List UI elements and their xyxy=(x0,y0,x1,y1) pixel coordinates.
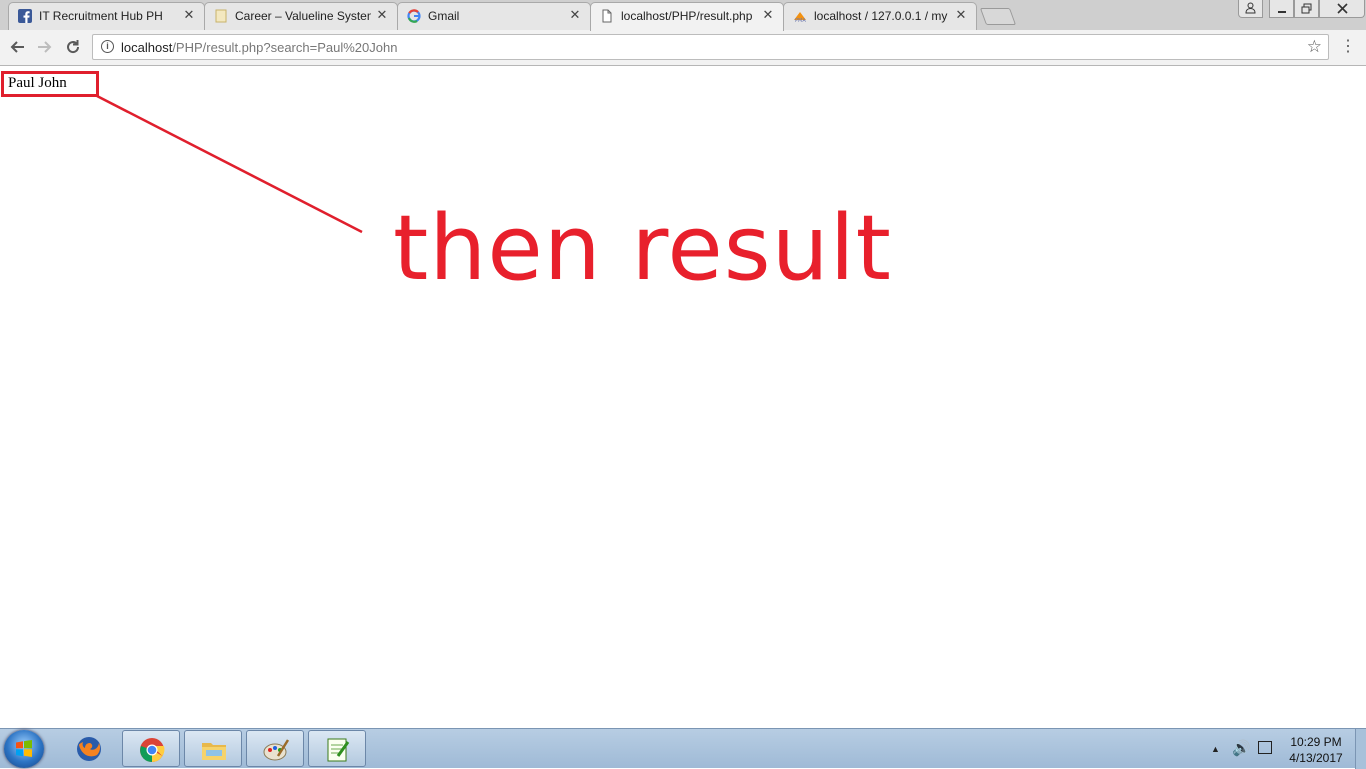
taskbar-clock[interactable]: 10:29 PM 4/13/2017 xyxy=(1284,734,1348,766)
close-window-button[interactable] xyxy=(1319,0,1365,18)
page-content: Paul John then result xyxy=(0,66,1366,728)
close-tab-icon[interactable]: ✕ xyxy=(954,8,968,22)
show-desktop-button[interactable] xyxy=(1355,729,1366,769)
annotation-text: then result xyxy=(393,196,892,301)
facebook-icon xyxy=(18,9,32,23)
url-host: localhost xyxy=(121,40,173,55)
taskbar-notepad-plus-plus[interactable] xyxy=(308,730,366,767)
paint-icon xyxy=(263,739,290,761)
close-tab-icon[interactable]: ✕ xyxy=(761,8,775,22)
network-icon[interactable] xyxy=(1258,741,1272,754)
minimize-button[interactable] xyxy=(1269,0,1294,18)
page-icon xyxy=(215,9,227,23)
close-tab-icon[interactable]: ✕ xyxy=(375,8,389,22)
windows-logo-icon xyxy=(16,740,32,757)
back-button[interactable] xyxy=(6,36,28,58)
tab-gmail[interactable]: Gmail ✕ xyxy=(397,2,591,30)
user-profile-button[interactable] xyxy=(1238,0,1263,18)
document-icon xyxy=(602,9,612,23)
url-path: /PHP/result.php?search=Paul%20John xyxy=(172,40,398,55)
info-icon[interactable]: i xyxy=(101,40,114,53)
forward-arrow-icon xyxy=(38,41,52,53)
start-button[interactable] xyxy=(4,730,44,768)
close-tab-icon[interactable]: ✕ xyxy=(568,8,582,22)
clock-date: 4/13/2017 xyxy=(1289,751,1343,765)
file-explorer-icon xyxy=(202,743,226,760)
phpmyadmin-icon: PMA xyxy=(794,12,806,23)
svg-text:PMA: PMA xyxy=(795,18,806,23)
tab-result-php[interactable]: localhost/PHP/result.php ✕ xyxy=(590,2,784,31)
url-text[interactable]: localhost/PHP/result.php?search=Paul%20J… xyxy=(121,40,397,55)
tab-phpmyadmin[interactable]: PMA localhost / 127.0.0.1 / my ✕ xyxy=(783,2,977,30)
taskbar-firefox[interactable] xyxy=(60,730,118,767)
tab-career-valueline[interactable]: Career – Valueline System ✕ xyxy=(204,2,398,30)
back-arrow-icon xyxy=(10,41,24,53)
volume-icon[interactable]: 🔊 xyxy=(1232,739,1251,757)
tab-strip: IT Recruitment Hub PH ✕ Career – Valueli… xyxy=(0,0,1366,31)
browser-toolbar: i localhost/PHP/result.php?search=Paul%2… xyxy=(0,30,1366,66)
reload-icon xyxy=(67,40,80,54)
tab-title: localhost/PHP/result.php xyxy=(621,9,753,23)
close-icon xyxy=(1336,3,1348,14)
browser-menu-icon[interactable]: ⋮ xyxy=(1340,35,1356,59)
reload-button[interactable] xyxy=(62,36,84,58)
firefox-icon xyxy=(77,737,101,761)
windows-taskbar: ▲ 🔊 10:29 PM 4/13/2017 xyxy=(0,728,1366,769)
google-icon xyxy=(407,9,421,23)
new-tab-button[interactable] xyxy=(979,8,1017,25)
tab-it-recruitment[interactable]: IT Recruitment Hub PH ✕ xyxy=(8,2,205,30)
taskbar-chrome[interactable] xyxy=(122,730,180,767)
tab-title: Gmail xyxy=(428,9,460,23)
close-tab-icon[interactable]: ✕ xyxy=(182,8,196,22)
bookmark-star-icon[interactable]: ☆ xyxy=(1307,37,1322,57)
clock-time: 10:29 PM xyxy=(1290,735,1342,749)
notepad-plus-plus-icon xyxy=(327,738,350,762)
show-hidden-icons-icon[interactable]: ▲ xyxy=(1211,744,1220,754)
taskbar-file-explorer[interactable] xyxy=(184,730,242,767)
restore-button[interactable] xyxy=(1294,0,1319,18)
chrome-icon xyxy=(140,738,165,762)
tab-title: localhost / 127.0.0.1 / my xyxy=(814,9,948,23)
user-icon xyxy=(1245,2,1256,14)
forward-button[interactable] xyxy=(34,36,56,58)
address-bar[interactable]: i localhost/PHP/result.php?search=Paul%2… xyxy=(92,34,1329,60)
restore-icon xyxy=(1301,3,1312,14)
tab-title: IT Recruitment Hub PH xyxy=(39,9,163,23)
taskbar-paint[interactable] xyxy=(246,730,304,767)
tab-title: Career – Valueline System xyxy=(235,9,371,23)
minimize-icon xyxy=(1277,11,1286,13)
